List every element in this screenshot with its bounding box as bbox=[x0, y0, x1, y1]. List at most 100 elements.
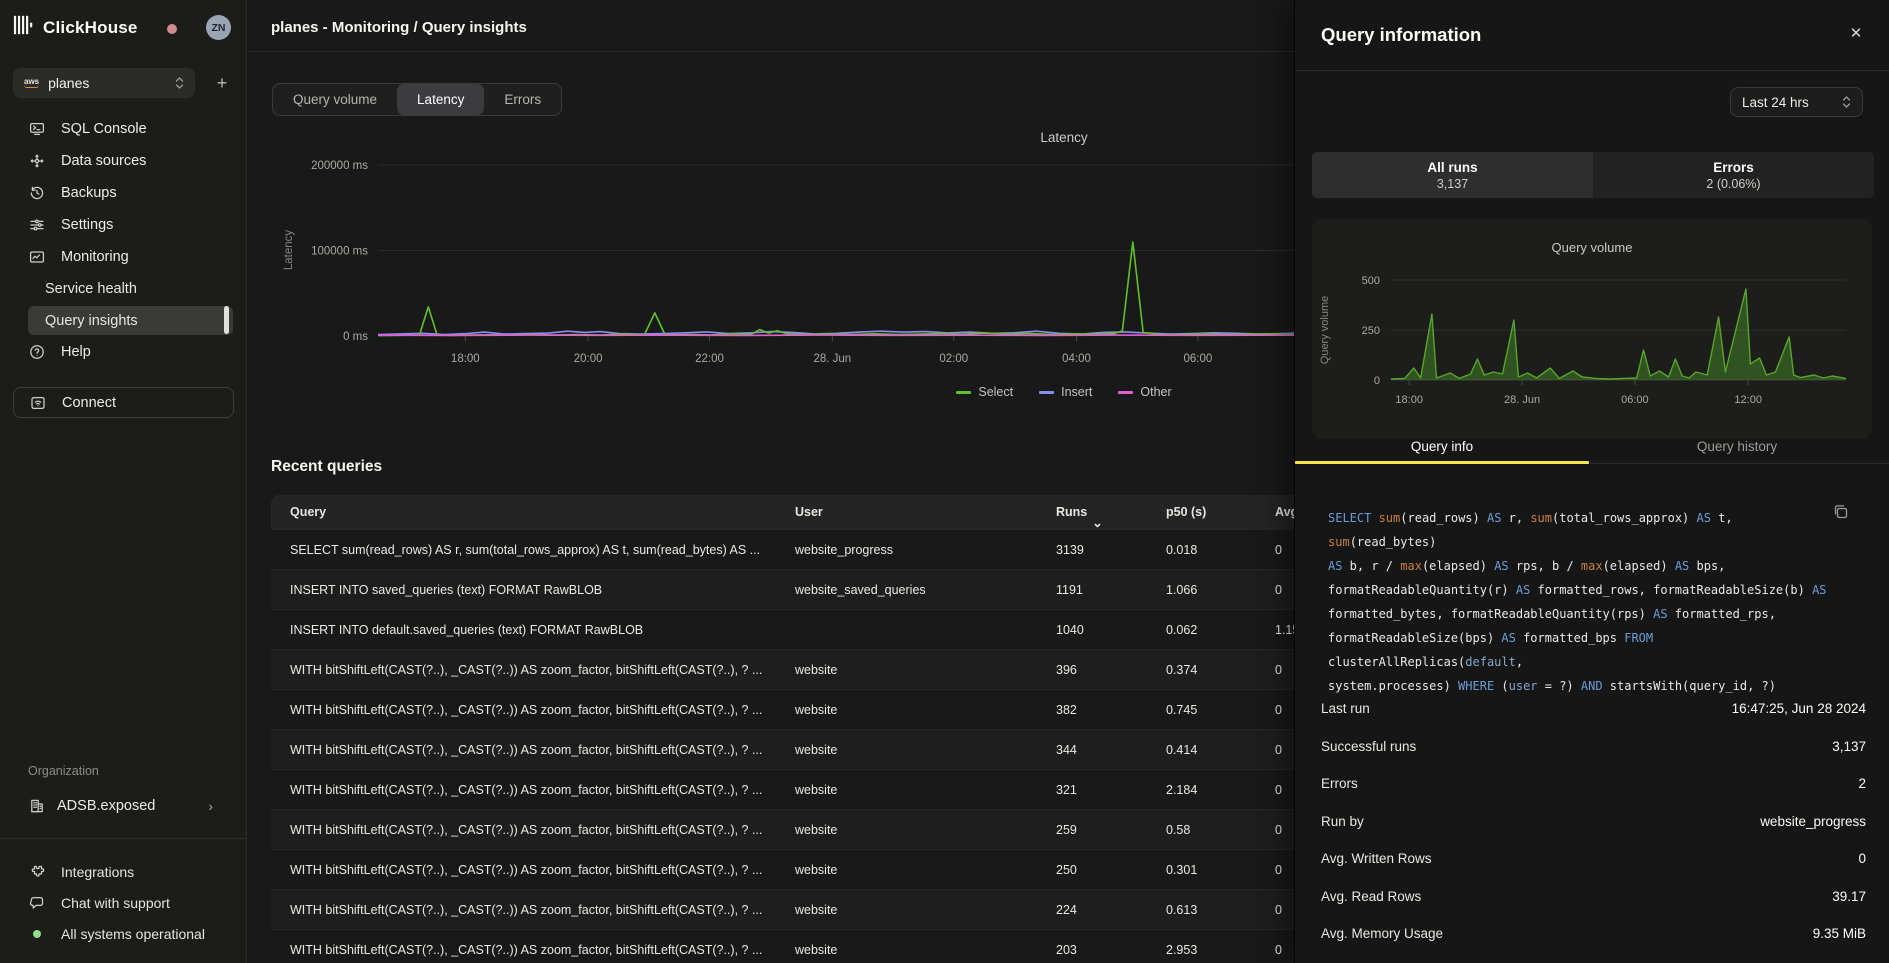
cell-p50-s-: 2.953 bbox=[1166, 943, 1197, 957]
sidebar-item-service-health[interactable]: Service health bbox=[0, 273, 247, 305]
console-icon bbox=[29, 121, 45, 137]
recent-queries-title: Recent queries bbox=[271, 458, 382, 476]
sidebar-item-monitoring[interactable]: Monitoring bbox=[0, 241, 247, 273]
tab-latency[interactable]: Latency bbox=[397, 84, 484, 115]
sidebar-item-label: Service health bbox=[45, 281, 137, 297]
column-header-runs[interactable]: Runs⌄ bbox=[1056, 505, 1087, 519]
stat-row-errors: Errors2 bbox=[1312, 765, 1874, 803]
notification-dot[interactable] bbox=[167, 24, 177, 34]
legend-label: Insert bbox=[1061, 385, 1092, 399]
cell-p50-s-: 2.184 bbox=[1166, 783, 1197, 797]
sidebar-item-label: Data sources bbox=[61, 153, 146, 169]
tab-errors[interactable]: Errors bbox=[484, 84, 561, 115]
sidebar: ClickHouse ZN aws planes + SQL ConsoleDa… bbox=[0, 0, 247, 963]
legend-label: Other bbox=[1140, 385, 1171, 399]
sidebar-scrollbar-thumb[interactable] bbox=[224, 306, 229, 334]
cell-runs: 1191 bbox=[1056, 583, 1083, 597]
cell-query: WITH bitShiftLeft(CAST(?..), _CAST(?..))… bbox=[290, 783, 762, 797]
sidebar-divider bbox=[0, 838, 247, 839]
time-range-select[interactable]: Last 24 hrs bbox=[1730, 87, 1863, 117]
organization-switcher[interactable]: ADSB.exposed › bbox=[0, 791, 247, 820]
cell-query: WITH bitShiftLeft(CAST(?..), _CAST(?..))… bbox=[290, 663, 762, 677]
help-icon bbox=[29, 344, 45, 360]
query-volume-card: Query volume 025050018:0028. Jun06:0012:… bbox=[1312, 219, 1872, 439]
sidebar-item-backups[interactable]: Backups bbox=[0, 177, 247, 209]
aws-icon: aws bbox=[24, 77, 39, 88]
stat-row-avg-read-rows: Avg. Read Rows39.17 bbox=[1312, 878, 1874, 916]
query-stats-list: Last run16:47:25, Jun 28 2024Successful … bbox=[1312, 690, 1874, 963]
cell-query: WITH bitShiftLeft(CAST(?..), _CAST(?..))… bbox=[290, 743, 762, 757]
cell-query: WITH bitShiftLeft(CAST(?..), _CAST(?..))… bbox=[290, 863, 762, 877]
runs-tab-label: Errors bbox=[1713, 160, 1754, 175]
cell-runs: 224 bbox=[1056, 903, 1077, 917]
cell-user: website bbox=[795, 943, 837, 957]
close-icon[interactable]: ✕ bbox=[1845, 22, 1867, 44]
cell-runs: 396 bbox=[1056, 663, 1077, 677]
cell-runs: 382 bbox=[1056, 703, 1077, 717]
query-volume-chart[interactable]: 025050018:0028. Jun06:0012:00Query volum… bbox=[1312, 219, 1872, 439]
copy-icon[interactable] bbox=[1832, 503, 1850, 521]
connect-label: Connect bbox=[62, 395, 116, 411]
runs-tab-all-runs[interactable]: All runs3,137 bbox=[1312, 152, 1593, 198]
footer-item-integrations[interactable]: Integrations bbox=[0, 856, 247, 887]
legend-item-select[interactable]: Select bbox=[956, 385, 1013, 399]
legend-item-other[interactable]: Other bbox=[1118, 385, 1171, 399]
cell-avg-: 0 bbox=[1275, 703, 1282, 717]
code-line: formatted_bytes, formatReadableQuantity(… bbox=[1328, 602, 1840, 626]
connect-icon bbox=[30, 395, 46, 411]
svg-text:18:00: 18:00 bbox=[1395, 394, 1423, 406]
organization-section-label: Organization bbox=[28, 764, 99, 778]
runs-tab-count: 2 (0.06%) bbox=[1706, 177, 1760, 191]
column-header-user: User bbox=[795, 505, 823, 519]
app-root: ClickHouse ZN aws planes + SQL ConsoleDa… bbox=[0, 0, 1889, 963]
cell-runs: 203 bbox=[1056, 943, 1077, 957]
cell-p50-s-: 0.374 bbox=[1166, 663, 1197, 677]
sidebar-item-data-sources[interactable]: Data sources bbox=[0, 145, 247, 177]
puzzle-icon bbox=[29, 864, 45, 880]
tab-query-volume[interactable]: Query volume bbox=[273, 84, 397, 115]
data-sources-icon bbox=[29, 153, 45, 169]
service-selector[interactable]: aws planes bbox=[13, 68, 195, 98]
backups-icon bbox=[29, 185, 45, 201]
add-service-button[interactable]: + bbox=[210, 70, 234, 96]
cell-p50-s-: 0.414 bbox=[1166, 743, 1197, 757]
chevron-updown-icon bbox=[175, 76, 184, 90]
sidebar-item-settings[interactable]: Settings bbox=[0, 209, 247, 241]
avatar[interactable]: ZN bbox=[206, 15, 231, 40]
cell-user: website bbox=[795, 863, 837, 877]
cell-user: website bbox=[795, 823, 837, 837]
stat-value: 39.17 bbox=[1832, 889, 1866, 904]
svg-text:200000 ms: 200000 ms bbox=[311, 160, 368, 172]
legend-swatch bbox=[1118, 391, 1133, 394]
svg-text:0: 0 bbox=[1374, 375, 1380, 387]
svg-text:22:00: 22:00 bbox=[695, 353, 724, 365]
sidebar-item-help[interactable]: Help bbox=[0, 336, 247, 368]
runs-tab-errors[interactable]: Errors 2 (0.06%) bbox=[1593, 152, 1874, 198]
stat-value: 16:47:25, Jun 28 2024 bbox=[1732, 701, 1866, 716]
svg-text:28. Jun: 28. Jun bbox=[813, 353, 851, 365]
cell-user: website bbox=[795, 663, 837, 677]
cell-user: website bbox=[795, 783, 837, 797]
tab-query-info[interactable]: Query info bbox=[1295, 439, 1589, 454]
organization-name: ADSB.exposed bbox=[57, 798, 196, 814]
svg-text:06:00: 06:00 bbox=[1184, 353, 1213, 365]
stat-label: Avg. Written Rows bbox=[1321, 851, 1432, 866]
cell-p50-s-: 0.301 bbox=[1166, 863, 1197, 877]
legend-label: Select bbox=[978, 385, 1013, 399]
tab-query-history[interactable]: Query history bbox=[1590, 439, 1884, 454]
cell-avg-: 0 bbox=[1275, 903, 1282, 917]
footer-item-all-systems-operational[interactable]: All systems operational bbox=[0, 918, 247, 949]
sidebar-item-query-insights[interactable]: Query insights bbox=[28, 306, 233, 335]
svg-text:06:00: 06:00 bbox=[1621, 394, 1649, 406]
legend-item-insert[interactable]: Insert bbox=[1039, 385, 1092, 399]
sidebar-item-label: Monitoring bbox=[61, 249, 129, 265]
sidebar-item-sql-console[interactable]: SQL Console bbox=[0, 113, 247, 145]
code-line: AS b, r / max(elapsed) AS rps, b / max(e… bbox=[1328, 554, 1840, 578]
stat-row-last-run: Last run16:47:25, Jun 28 2024 bbox=[1312, 690, 1874, 728]
cell-user: website bbox=[795, 903, 837, 917]
cell-p50-s-: 0.018 bbox=[1166, 543, 1197, 557]
sidebar-nav: SQL Console Data sources BackupsSettings Mo… bbox=[0, 113, 247, 368]
footer-item-chat-with-support[interactable]: Chat with support bbox=[0, 887, 247, 918]
connect-button[interactable]: Connect bbox=[13, 387, 234, 418]
stat-value: 2 bbox=[1858, 776, 1866, 791]
